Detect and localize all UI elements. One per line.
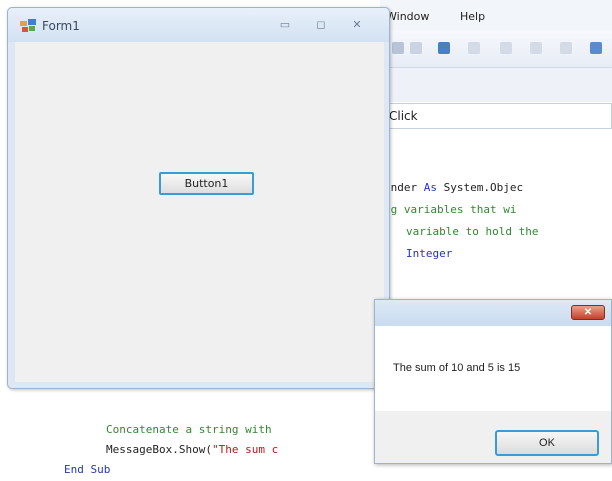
code-line: Integer <box>406 247 453 260</box>
menu-window[interactable]: Window <box>386 10 429 23</box>
toolbar-save-icon[interactable] <box>438 42 450 54</box>
ide-menubar: Window Help <box>380 0 612 30</box>
toolbar-paste-icon[interactable] <box>530 42 542 54</box>
toolbar-start-icon[interactable] <box>590 42 602 54</box>
message-box: ✕ The sum of 10 and 5 is 15 OK <box>374 299 612 464</box>
menu-help[interactable]: Help <box>460 10 485 23</box>
code-line: Concatenate a string with <box>106 423 272 436</box>
toolbar-copy-icon[interactable] <box>500 42 512 54</box>
form1-title: Form1 <box>42 19 80 33</box>
form1-window: Form1 ▭ ◻ ✕ Button1 <box>7 7 390 389</box>
toolbar-arrow-icon[interactable] <box>392 42 404 54</box>
toolbar-find-icon[interactable] <box>560 42 572 54</box>
code-line: ender As System.Objec <box>384 181 524 194</box>
code-line: End Sub <box>64 463 111 476</box>
form1-titlebar[interactable]: Form1 ▭ ◻ ✕ <box>8 8 389 42</box>
event-dropdown-value: Click <box>389 109 418 123</box>
message-box-titlebar[interactable]: ✕ <box>375 300 611 326</box>
event-dropdown[interactable]: Click <box>384 103 612 129</box>
ide-toolbar <box>380 30 612 68</box>
app-icon <box>20 19 36 32</box>
maximize-button[interactable]: ◻ <box>310 17 332 33</box>
message-box-close-button[interactable]: ✕ <box>571 305 605 320</box>
message-box-body: The sum of 10 and 5 is 15 <box>375 326 611 411</box>
form1-client-area: Button1 <box>15 42 384 382</box>
code-line: MessageBox.Show("The sum c <box>106 443 279 456</box>
button1[interactable]: Button1 <box>159 172 254 195</box>
message-text: The sum of 10 and 5 is 15 <box>393 362 521 374</box>
toolbar-cut-icon[interactable] <box>468 42 480 54</box>
ok-button[interactable]: OK <box>495 430 599 456</box>
toolbar-undo-icon[interactable] <box>410 42 422 54</box>
code-line: variable to hold the <box>406 225 539 238</box>
minimize-button[interactable]: ▭ <box>274 17 296 33</box>
code-line: ng variables that wi <box>384 203 517 216</box>
close-button[interactable]: ✕ <box>346 17 368 33</box>
code-nav-bar <box>380 68 612 102</box>
